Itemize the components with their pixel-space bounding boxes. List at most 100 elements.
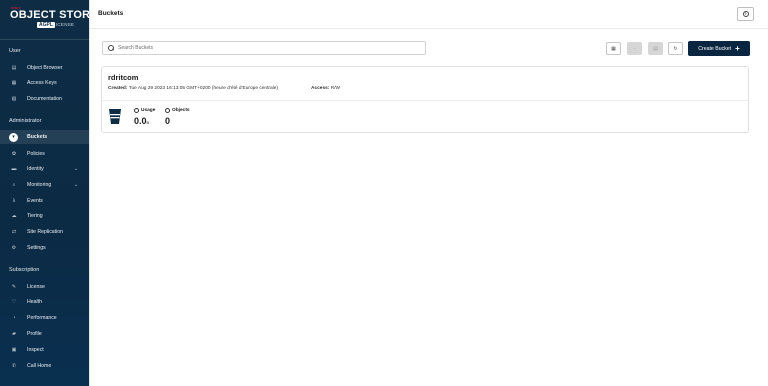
license-icon: ✎ [11, 284, 17, 290]
lambda-icon: λ [12, 198, 16, 204]
usage-label-wrap: Usage [134, 108, 155, 113]
bucket-access: Access: R/W [311, 86, 340, 91]
objects-label-wrap: Objects [165, 108, 190, 113]
create-bucket-button[interactable]: Create Bucket + [688, 41, 750, 56]
create-bucket-label: Create Bucket [698, 45, 732, 52]
sidebar-item-buckets[interactable]: ▾ Buckets [0, 130, 89, 144]
sidebar-item-label: Policies [27, 151, 45, 157]
search-input[interactable]: Search Buckets [102, 41, 426, 55]
performance-icon: ◔ [12, 315, 16, 321]
usage-unit: B [146, 120, 150, 125]
refresh-icon: ↻ [673, 45, 678, 52]
sidebar-item-label: Buckets [27, 134, 48, 140]
logo-divider [0, 39, 89, 40]
sidebar-item-performance[interactable]: ◔ Performance [0, 311, 89, 325]
sidebar-item-policies[interactable]: ✿ Policies [0, 147, 89, 161]
card-divider [102, 100, 748, 101]
search-placeholder: Search Buckets [118, 45, 154, 51]
sidebar-item-label: Object Browser [27, 65, 63, 71]
search-icon [108, 45, 114, 51]
key-icon: ▦ [11, 80, 17, 86]
sidebar: MINIO OBJECT STORE AGPL LICENSE User ▤ O… [0, 0, 98, 386]
sidebar-item-call-home[interactable]: ✆ Call Home [0, 359, 89, 373]
gear-icon: ⚙ [11, 245, 17, 251]
help-button[interactable]: ? [737, 7, 754, 21]
sidebar-item-tiering[interactable]: ☁ Tiering [0, 209, 89, 223]
sidebar-edge [89, 0, 90, 386]
chevron-down-icon[interactable]: ⌄ [74, 166, 78, 172]
plus-icon: + [735, 43, 740, 53]
sidebar-item-label: Health [27, 299, 42, 305]
policy-icon: ✿ [11, 151, 17, 157]
section-title-administrator: Administrator [9, 118, 42, 124]
objects-value: 0 [165, 116, 171, 126]
sidebar-item-license[interactable]: ✎ License [0, 280, 89, 294]
callhome-icon: ✆ [11, 363, 17, 369]
help-icon: ? [742, 11, 749, 17]
access-label: Access: [311, 86, 330, 91]
chevron-down-icon[interactable]: ⌄ [74, 182, 78, 188]
replication-icon: ⇄ [11, 229, 17, 235]
health-icon: ♡ [11, 299, 17, 305]
sidebar-item-label: Inspect [27, 347, 44, 353]
folder-icon: ▤ [11, 65, 17, 71]
sidebar-item-object-browser[interactable]: ▤ Object Browser [0, 61, 89, 75]
sidebar-item-health[interactable]: ♡ Health [0, 295, 89, 309]
created-label: Created: [108, 86, 128, 91]
refresh-button[interactable]: ↻ [668, 42, 683, 55]
set-lifecycle-button[interactable]: ▫ [627, 42, 642, 55]
sidebar-item-label: Monitoring [27, 182, 52, 188]
section-title-user: User [9, 48, 21, 54]
bucket-name[interactable]: rdritcom [108, 73, 138, 82]
bucket-icon: ▾ [9, 132, 18, 142]
sidebar-item-events[interactable]: λ Events [0, 194, 89, 208]
bucket-icon [109, 109, 121, 124]
sidebar-item-settings[interactable]: ⚙ Settings [0, 241, 89, 255]
list-view-button[interactable]: ▦ [606, 42, 621, 55]
objects-icon [165, 108, 170, 113]
sidebar-item-label: Events [27, 198, 43, 204]
usage-label: Usage [141, 108, 156, 113]
usage-value: 0.0 [134, 116, 147, 126]
tiers-icon: ☁ [11, 213, 17, 219]
bucket-card[interactable]: rdritcom Created: Tue Aug 29 2023 16:13:… [101, 66, 749, 133]
section-title-subscription: Subscription [9, 267, 40, 273]
sidebar-item-access-keys[interactable]: ▦ Access Keys [0, 76, 89, 90]
created-value: Tue Aug 29 2023 16:13:05 GMT+0200 (heure… [128, 86, 279, 91]
logo-license: LICENSE [53, 22, 75, 27]
sidebar-item-label: Documentation [27, 96, 62, 102]
usage-value-wrap: 0.0B [134, 116, 149, 126]
sidebar-item-label: Profile [27, 331, 42, 337]
sidebar-item-label: Settings [27, 245, 46, 251]
monitor-icon: ⌕ [12, 182, 16, 188]
lifecycle-icon: ▫ [633, 45, 636, 52]
sidebar-item-site-replication[interactable]: ⇄ Site Replication [0, 225, 89, 239]
sidebar-item-documentation[interactable]: ▧ Documentation [0, 92, 89, 106]
identity-icon: ▬ [11, 166, 17, 172]
sidebar-item-label: License [27, 284, 45, 290]
page-title: Buckets [98, 10, 124, 17]
sidebar-item-monitoring[interactable]: ⌕ Monitoring ⌄ [0, 178, 89, 192]
sidebar-item-identity[interactable]: ▬ Identity ⌄ [0, 162, 89, 176]
sidebar-item-label: Performance [27, 315, 57, 321]
logo-title: OBJECT STORE [10, 9, 98, 21]
bucket-created: Created: Tue Aug 29 2023 16:13:05 GMT+02… [108, 86, 278, 91]
minio-logo[interactable]: MINIO OBJECT STORE AGPL LICENSE [0, 0, 98, 40]
doc-icon: ▧ [11, 96, 17, 102]
sidebar-item-inspect[interactable]: ▣ Inspect [0, 343, 89, 357]
sidebar-item-label: Call Home [27, 363, 52, 369]
objects-label: Objects [172, 108, 190, 113]
grid-icon: ▦ [611, 45, 616, 52]
sidebar-item-label: Tiering [27, 213, 43, 219]
replication-icon: ▤ [653, 45, 658, 52]
set-replication-button[interactable]: ▤ [648, 42, 663, 55]
profile-icon: ▰ [12, 331, 16, 337]
usage-icon [134, 108, 139, 113]
access-value: R/W [330, 86, 341, 91]
sidebar-item-label: Access Keys [27, 80, 57, 86]
sidebar-item-label: Site Replication [27, 229, 64, 235]
inspect-icon: ▣ [11, 347, 17, 353]
sidebar-item-profile[interactable]: ▰ Profile [0, 327, 89, 341]
sidebar-item-label: Identity [27, 166, 44, 172]
header-divider [90, 28, 768, 29]
